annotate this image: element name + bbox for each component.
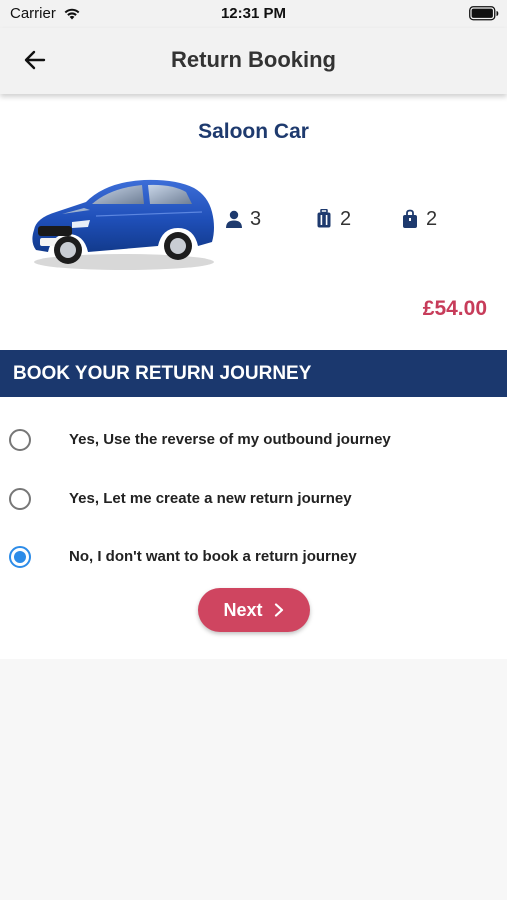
return-section-title: BOOK YOUR RETURN JOURNEY (0, 350, 507, 397)
chevron-right-icon (274, 603, 283, 617)
option-label: Yes, Let me create a new return journey (69, 490, 352, 507)
suitcase-icon (317, 209, 331, 228)
bag-icon (403, 209, 417, 228)
luggage-count: 2 (340, 207, 352, 230)
passenger-count: 3 (250, 207, 262, 230)
handbag-count: 2 (426, 207, 438, 230)
radio-button-selected[interactable] (9, 546, 31, 568)
option-label: Yes, Use the reverse of my outbound jour… (69, 431, 391, 448)
status-time: 12:31 PM (220, 5, 287, 22)
handbag-capacity: 2 (400, 206, 437, 232)
price-label: £54.00 (422, 297, 487, 320)
next-button-label: Next (223, 599, 263, 620)
return-options-panel: Yes, Use the reverse of my outbound jour… (0, 397, 507, 659)
person-icon (226, 210, 242, 228)
vehicle-card: Saloon Car 3 2 2 £54.00 (0, 94, 507, 350)
option-label: No, I don't want to book a return journe… (69, 548, 357, 565)
radio-button[interactable] (9, 429, 31, 451)
vehicle-name: Saloon Car (198, 120, 309, 143)
passenger-capacity: 3 (224, 206, 261, 232)
battery-icon (469, 6, 499, 21)
radio-button[interactable] (9, 488, 31, 510)
status-bar: Carrier 12:31 PM (0, 0, 507, 28)
luggage-capacity: 2 (314, 206, 351, 232)
option-no-return[interactable]: No, I don't want to book a return journe… (0, 535, 507, 579)
app-header: Return Booking (0, 28, 507, 94)
option-new-return[interactable]: Yes, Let me create a new return journey (0, 477, 507, 521)
next-button[interactable]: Next (198, 588, 310, 632)
option-reverse-outbound[interactable]: Yes, Use the reverse of my outbound jour… (0, 418, 507, 462)
page-title: Return Booking (171, 47, 336, 72)
car-image (32, 179, 215, 270)
